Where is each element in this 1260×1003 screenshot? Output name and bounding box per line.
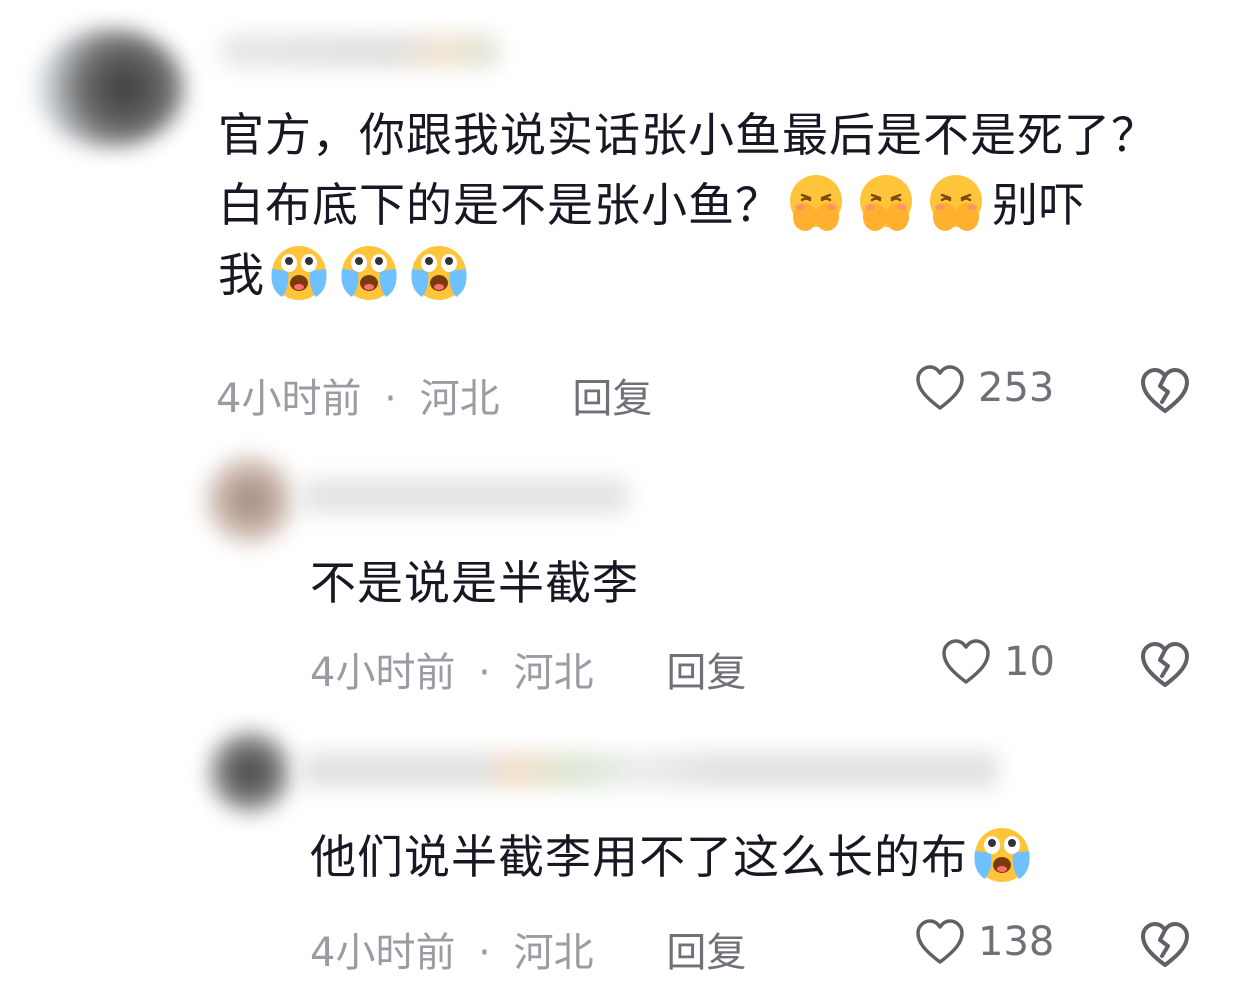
broken-heart-icon[interactable] [1138,920,1192,970]
comment-meta: 4小时前 · 河北 回复 [216,366,652,424]
reply-button[interactable]: 回复 [666,650,746,696]
comment-line: 白布底下的是不是张小鱼？ 别吓 [218,170,1228,240]
reply-button[interactable]: 回复 [666,930,746,976]
comment-line: 官方，你跟我说实话张小鱼最后是不是死了？ [218,108,1158,162]
like-button[interactable]: 10 [940,638,1055,686]
avatar[interactable] [35,28,185,148]
crying-loudly-emoji-icon [970,825,1034,885]
crying-loudly-emoji-icon [407,243,471,303]
hands-over-face-emoji-icon [854,173,918,233]
location: 河北 [419,376,500,422]
timestamp: 4小时前 [216,376,362,422]
avatar[interactable] [205,455,295,545]
username[interactable] [300,478,630,514]
heart-outline-icon [914,364,966,412]
timestamp: 4小时前 [310,650,456,696]
crying-loudly-emoji-icon [337,243,401,303]
comment-line: 我 [218,240,1228,310]
hands-over-face-emoji-icon [924,173,988,233]
like-count: 138 [978,919,1055,965]
timestamp: 4小时前 [310,930,456,976]
meta-separator: · [478,930,491,976]
comment-meta: 4小时前 · 河北 回复 [310,920,746,978]
comment-text: 他们说半截李用不了这么长的布 [310,822,1038,892]
meta-separator: · [478,650,491,696]
broken-heart-icon[interactable] [1138,366,1192,416]
username[interactable] [220,34,500,68]
username[interactable] [300,752,1000,788]
reply-button[interactable]: 回复 [572,376,652,422]
comment-meta: 4小时前 · 河北 回复 [310,640,746,698]
like-count: 10 [1004,639,1055,685]
crying-loudly-emoji-icon [267,243,331,303]
like-button[interactable]: 138 [914,918,1054,966]
meta-separator: · [384,376,397,422]
heart-outline-icon [940,638,992,686]
comment-text: 官方，你跟我说实话张小鱼最后是不是死了？ 白布底下的是不是张小鱼？ 别吓 我 [218,100,1228,310]
like-count: 253 [978,365,1055,411]
avatar[interactable] [208,730,292,814]
heart-outline-icon [914,918,966,966]
like-button[interactable]: 253 [914,364,1054,412]
location: 河北 [513,650,594,696]
location: 河北 [513,930,594,976]
comment-text: 不是说是半截李 [310,556,639,610]
broken-heart-icon[interactable] [1138,640,1192,690]
hands-over-face-emoji-icon [784,173,848,233]
